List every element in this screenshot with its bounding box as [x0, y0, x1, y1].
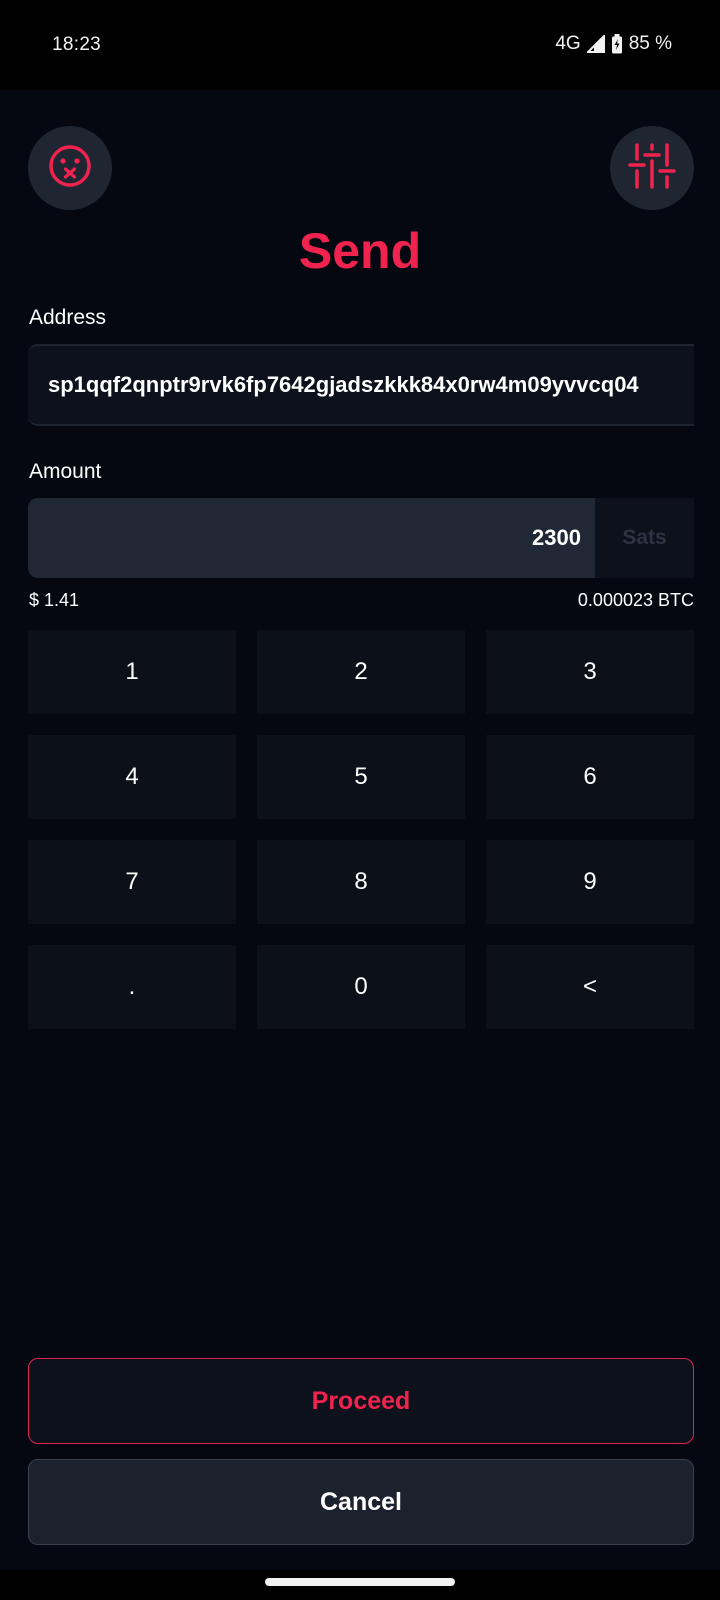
face-zipper-icon [47, 143, 93, 194]
amount-input[interactable]: 2300 [28, 498, 595, 578]
battery-level: 85 % [628, 33, 672, 54]
status-bar: 18:23 4G 85 % [0, 0, 720, 90]
address-value: sp1qqf2qnptr9rvk6fp7642gjadszkkk84x0rw4m… [48, 372, 639, 397]
btc-value: 0.000023 BTC [577, 590, 694, 610]
page-title: Send [298, 223, 422, 279]
cancel-button[interactable]: Cancel [28, 1459, 694, 1545]
key-5[interactable]: 5 [257, 735, 465, 819]
address-label: Address [29, 306, 107, 329]
home-gesture-handle[interactable] [265, 1578, 455, 1586]
key-1[interactable]: 1 [28, 630, 236, 714]
privacy-toggle-button[interactable] [28, 126, 112, 210]
key-backspace[interactable]: < [486, 945, 694, 1029]
numeric-keypad: 1 2 3 4 5 6 7 8 9 . 0 < [28, 630, 694, 1029]
status-time: 18:23 [52, 34, 102, 55]
signal-icon [586, 35, 605, 53]
key-8[interactable]: 8 [257, 840, 465, 924]
fee-settings-button[interactable] [610, 126, 694, 210]
key-3[interactable]: 3 [486, 630, 694, 714]
status-indicators: 4G 85 % [555, 32, 672, 56]
address-field[interactable]: sp1qqf2qnptr9rvk6fp7642gjadszkkk84x0rw4m… [28, 344, 694, 426]
unit-toggle-button[interactable]: Sats [595, 498, 694, 578]
amount-row: 2300 Sats [28, 498, 694, 578]
key-2[interactable]: 2 [257, 630, 465, 714]
send-screen: Send Address sp1qqf2qnptr9rvk6fp7642gjad… [0, 90, 720, 1570]
key-9[interactable]: 9 [486, 840, 694, 924]
key-7[interactable]: 7 [28, 840, 236, 924]
sliders-icon [627, 141, 677, 196]
fiat-value: $ 1.41 [29, 590, 80, 610]
battery-charging-icon [611, 34, 623, 54]
proceed-button[interactable]: Proceed [28, 1358, 694, 1444]
amount-label: Amount [29, 460, 102, 483]
key-0[interactable]: 0 [257, 945, 465, 1029]
network-type: 4G [555, 33, 581, 54]
key-decimal[interactable]: . [28, 945, 236, 1029]
key-4[interactable]: 4 [28, 735, 236, 819]
key-6[interactable]: 6 [486, 735, 694, 819]
